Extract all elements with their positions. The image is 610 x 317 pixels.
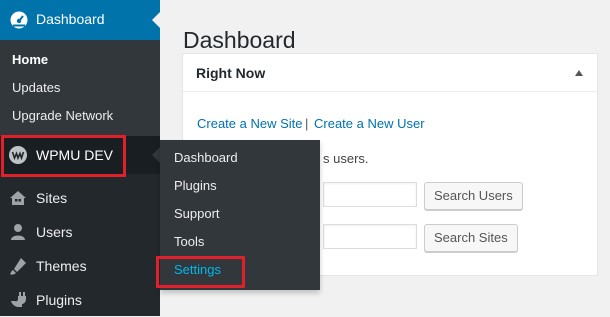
users-icon	[11, 224, 25, 240]
plugins-icon	[11, 292, 26, 307]
sidebar-item-label: Plugins	[36, 292, 82, 308]
sidebar-item-users[interactable]: Users	[0, 215, 160, 249]
flyout-pointer-arrow	[152, 147, 160, 163]
sidebar-item-dashboard[interactable]: Dashboard	[0, 0, 160, 40]
search-sites-input[interactable]	[323, 224, 417, 249]
link-separator: |	[305, 116, 309, 131]
network-status-text: s users.	[323, 151, 369, 166]
create-new-user-link[interactable]: Create a New User	[314, 116, 425, 131]
search-users-input[interactable]	[323, 182, 417, 207]
submenu-item-updates[interactable]: Updates	[12, 80, 60, 95]
sites-icon	[10, 191, 26, 205]
collapse-toggle-icon[interactable]	[575, 70, 583, 76]
flyout-item-dashboard[interactable]: Dashboard	[174, 150, 238, 165]
submenu-item-upgrade-network[interactable]: Upgrade Network	[12, 108, 113, 123]
create-new-site-link[interactable]: Create a New Site	[197, 116, 303, 131]
current-menu-arrow	[152, 12, 160, 28]
dashboard-gauge-icon	[10, 11, 28, 29]
flyout-item-plugins[interactable]: Plugins	[174, 178, 217, 193]
sidebar-item-label: Dashboard	[36, 11, 105, 27]
sidebar-item-label: Themes	[36, 258, 87, 274]
submenu-item-home[interactable]: Home	[12, 52, 48, 67]
widget-header[interactable]: Right Now	[183, 54, 597, 92]
themes-icon	[10, 258, 26, 275]
annotation-highlight-box	[156, 256, 245, 288]
page-title: Dashboard	[183, 27, 296, 54]
search-users-button[interactable]: Search Users	[424, 182, 523, 210]
search-sites-button[interactable]: Search Sites	[424, 224, 518, 252]
sidebar-item-label: Users	[36, 224, 73, 240]
sidebar-item-label: Sites	[36, 190, 68, 206]
widget-title: Right Now	[196, 65, 266, 81]
sidebar-item-themes[interactable]: Themes	[0, 249, 160, 283]
dashboard-submenu: Home Updates Upgrade Network	[0, 40, 160, 136]
annotation-highlight-box	[1, 135, 126, 177]
sidebar-item-sites[interactable]: Sites	[0, 181, 160, 215]
sidebar-item-plugins[interactable]: Plugins	[0, 283, 160, 317]
flyout-item-tools[interactable]: Tools	[174, 234, 204, 249]
flyout-item-support[interactable]: Support	[174, 206, 220, 221]
